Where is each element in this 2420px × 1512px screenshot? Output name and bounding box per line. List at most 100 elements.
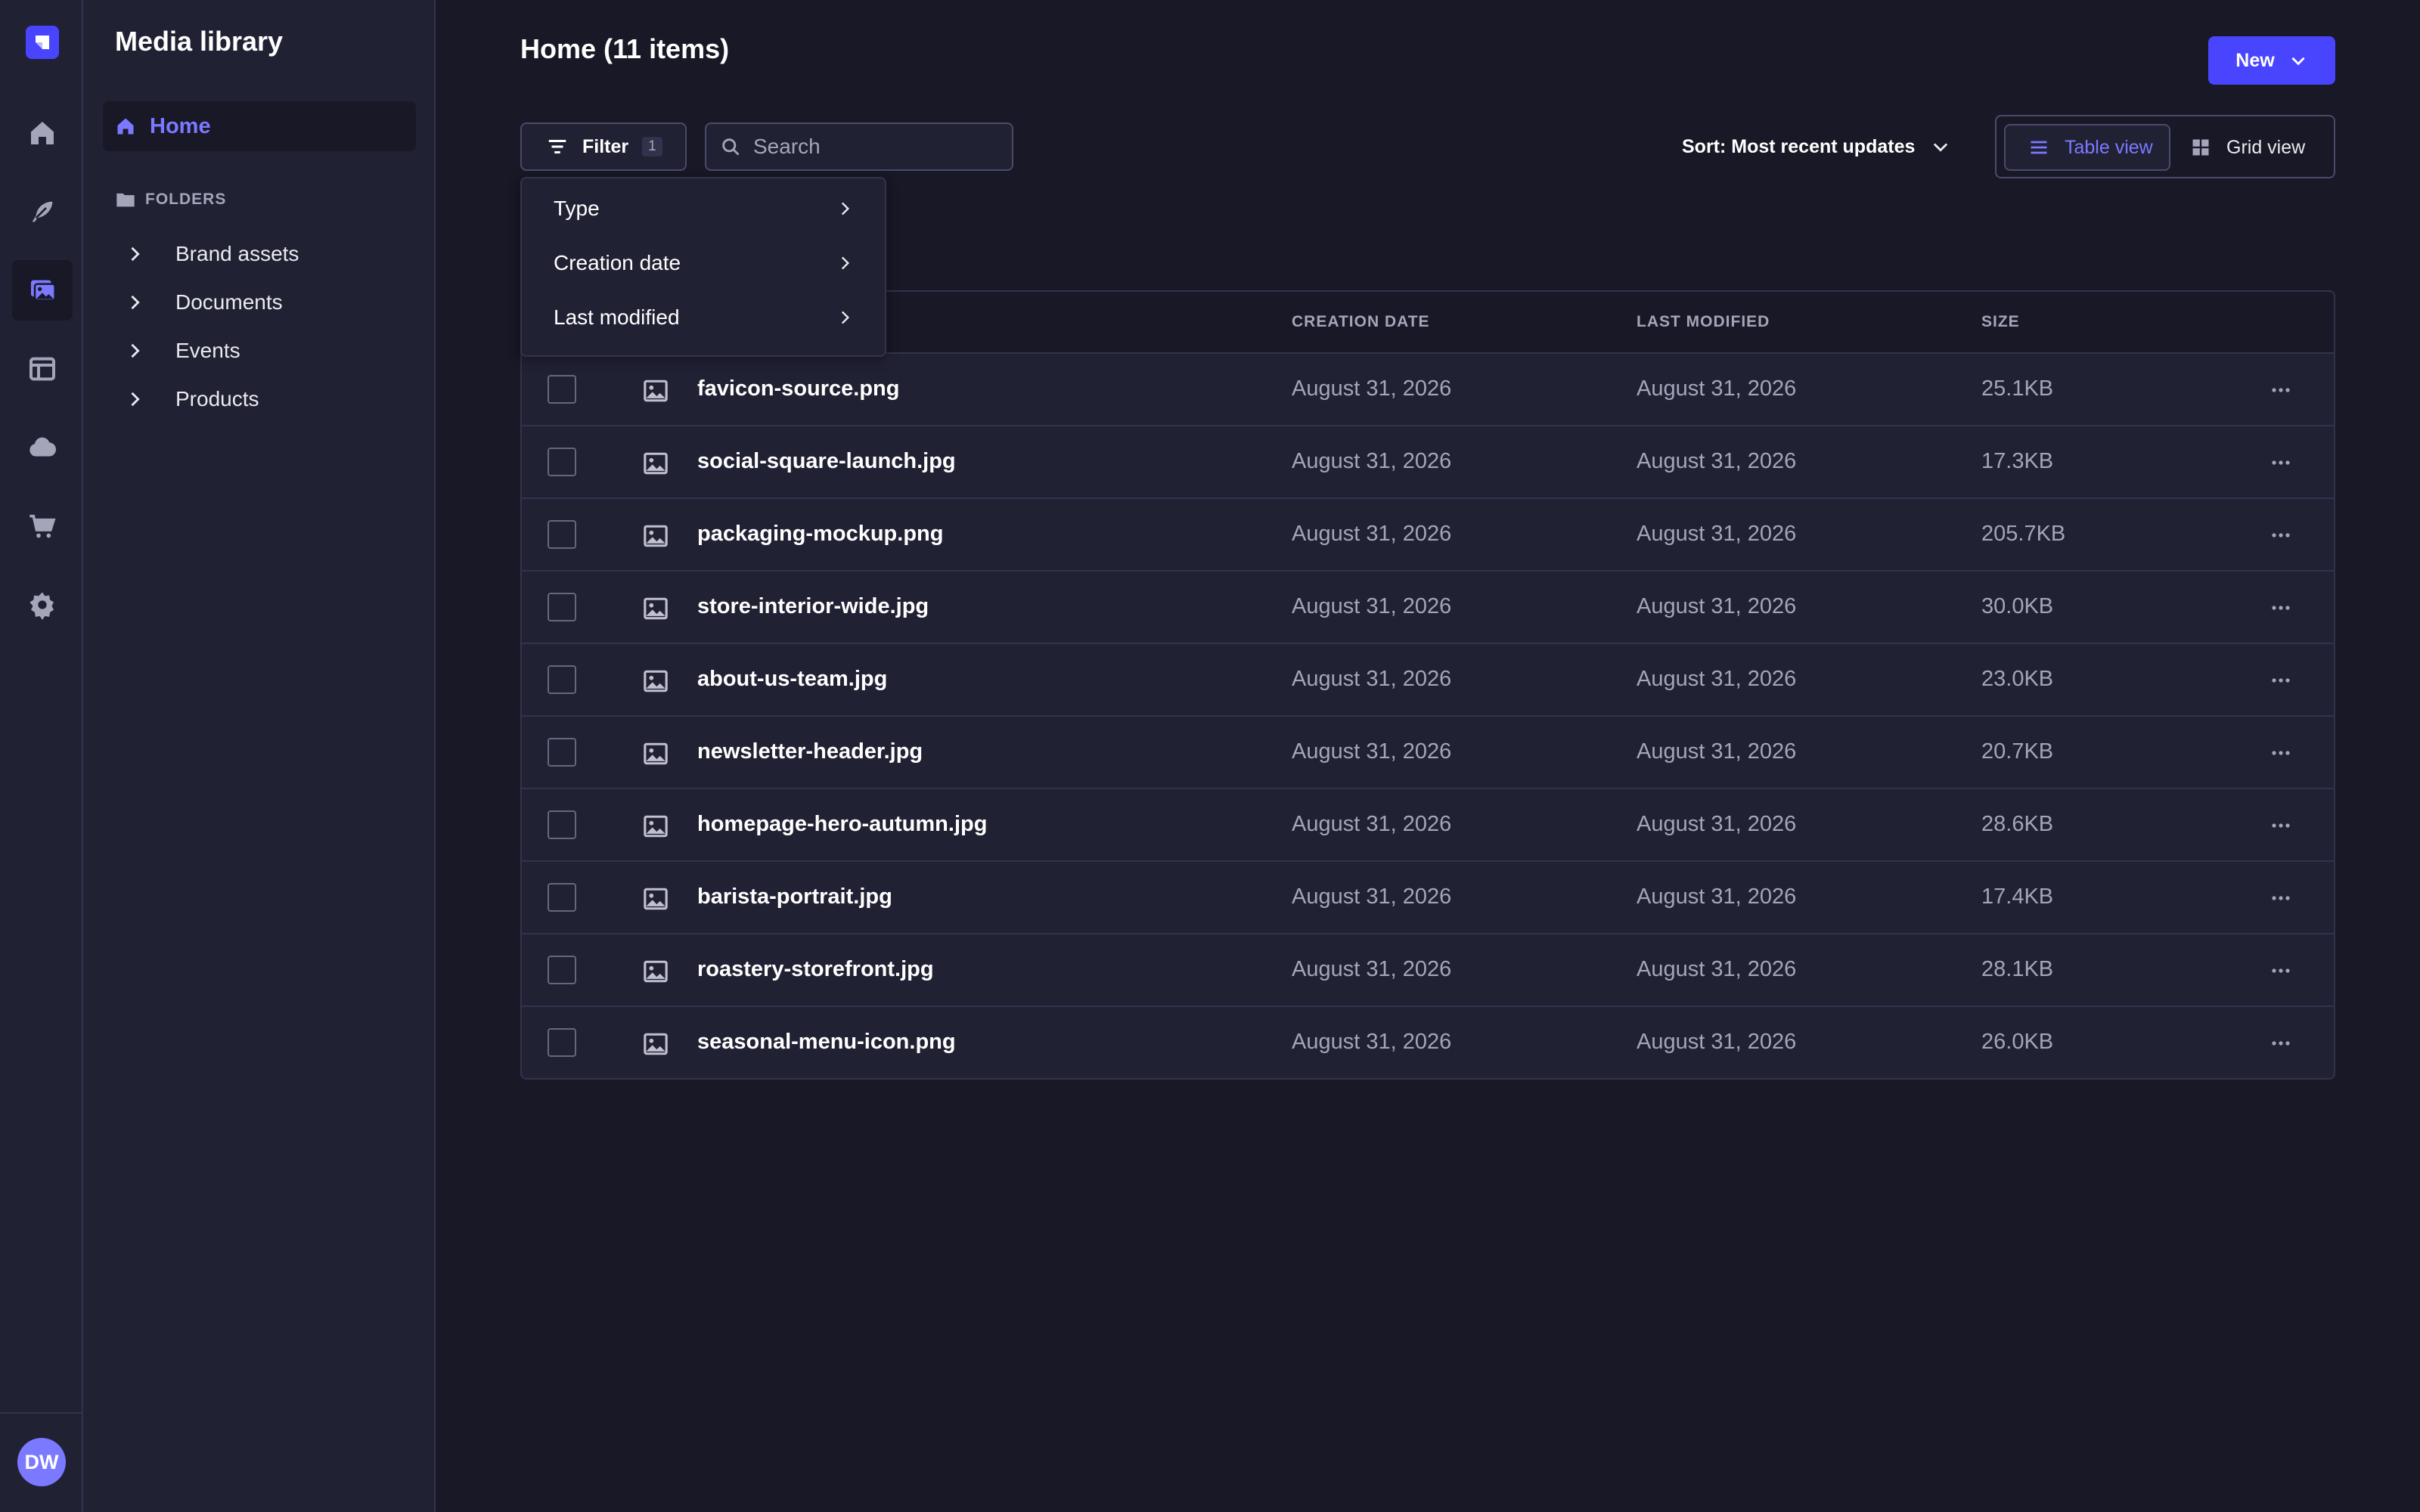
more-actions-icon[interactable] <box>2266 522 2296 549</box>
row-checkbox[interactable] <box>548 375 576 404</box>
more-actions-icon[interactable] <box>2266 594 2296 621</box>
subnav-item-home[interactable]: Home <box>103 101 416 151</box>
table-row[interactable]: favicon-source.png August 31, 2026 August … <box>522 354 2334 426</box>
last-modified-cell: August 31, 2026 <box>1637 1030 1797 1054</box>
settings-icon[interactable] <box>12 575 73 635</box>
size-cell: 28.1KB <box>1981 957 2054 981</box>
media-library-subnav: Media library Home FOLDERS Brand assets … <box>83 0 436 1512</box>
chevron-right-icon <box>841 202 850 215</box>
file-name[interactable]: seasonal-menu-icon.png <box>697 1030 956 1055</box>
column-header-last-modified[interactable]: LAST MODIFIED <box>1637 313 1770 331</box>
size-cell: 25.1KB <box>1981 376 2054 401</box>
filter-label: Filter <box>582 135 629 157</box>
chevron-right-icon[interactable] <box>124 389 145 410</box>
folders-heading: FOLDERS <box>115 189 226 210</box>
row-checkbox[interactable] <box>548 810 576 839</box>
table-row[interactable]: social-square-launch.jpg August 31, 2026 A… <box>522 426 2334 499</box>
row-checkbox[interactable] <box>548 1028 576 1057</box>
folder-item-documents[interactable]: Documents <box>115 286 283 319</box>
row-checkbox[interactable] <box>548 956 576 984</box>
chevron-right-icon[interactable] <box>124 292 145 313</box>
page-title: Home (11 items) <box>520 33 730 64</box>
filter-button[interactable]: Filter 1 <box>520 122 687 171</box>
more-actions-icon[interactable] <box>2266 885 2296 912</box>
cloud-icon[interactable] <box>12 417 73 478</box>
image-icon <box>643 596 669 621</box>
chevron-right-icon <box>841 256 850 270</box>
file-name[interactable]: newsletter-header.jpg <box>697 739 923 764</box>
list-icon <box>2031 141 2047 154</box>
file-name[interactable]: homepage-hero-autumn.jpg <box>697 812 987 837</box>
table-view-button[interactable]: Table view <box>2004 124 2170 171</box>
chevron-right-icon[interactable] <box>124 340 145 361</box>
chevron-right-icon[interactable] <box>124 243 145 265</box>
folder-label: Documents <box>175 290 283 314</box>
size-cell: 26.0KB <box>1981 1030 2054 1054</box>
feather-icon[interactable] <box>12 181 73 242</box>
creation-date-cell: August 31, 2026 <box>1292 594 1452 618</box>
more-actions-icon[interactable] <box>2266 739 2296 767</box>
layout-icon[interactable] <box>12 339 73 399</box>
cart-icon[interactable] <box>12 496 73 556</box>
more-actions-icon[interactable] <box>2266 812 2296 839</box>
image-icon <box>643 378 669 404</box>
row-checkbox[interactable] <box>548 883 576 912</box>
home-icon[interactable] <box>12 103 73 163</box>
more-actions-icon[interactable] <box>2266 957 2296 984</box>
file-name[interactable]: favicon-source.png <box>697 376 900 401</box>
filter-menu-item-creation-date[interactable]: Creation date <box>522 239 885 287</box>
more-actions-icon[interactable] <box>2266 449 2296 476</box>
chevron-down-icon <box>1934 143 1948 152</box>
media-library-icon[interactable] <box>12 260 73 321</box>
row-checkbox[interactable] <box>548 593 576 621</box>
file-name[interactable]: roastery-storefront.jpg <box>697 957 934 982</box>
row-checkbox[interactable] <box>548 520 576 549</box>
folder-label: Products <box>175 387 259 411</box>
file-name[interactable]: about-us-team.jpg <box>697 667 887 692</box>
table-row[interactable]: seasonal-menu-icon.png August 31, 2026 Aug… <box>522 1007 2334 1078</box>
main-nav-rail: DW <box>0 0 83 1512</box>
file-name[interactable]: store-interior-wide.jpg <box>697 594 929 619</box>
row-checkbox[interactable] <box>548 738 576 767</box>
grid-view-button[interactable]: Grid view <box>2175 124 2326 171</box>
table-row[interactable]: barista-portrait.jpg August 31, 2026 Augus… <box>522 862 2334 934</box>
more-actions-icon[interactable] <box>2266 376 2296 404</box>
folder-icon <box>116 193 135 207</box>
last-modified-cell: August 31, 2026 <box>1637 957 1797 981</box>
sort-dropdown[interactable]: Sort: Most recent updates <box>1682 129 1951 165</box>
folder-item-products[interactable]: Products <box>115 383 259 416</box>
creation-date-cell: August 31, 2026 <box>1292 522 1452 546</box>
creation-date-cell: August 31, 2026 <box>1292 812 1452 836</box>
file-name[interactable]: barista-portrait.jpg <box>697 885 892 909</box>
search-input[interactable] <box>753 135 995 159</box>
size-cell: 205.7KB <box>1981 522 2066 546</box>
last-modified-cell: August 31, 2026 <box>1637 522 1797 546</box>
creation-date-cell: August 31, 2026 <box>1292 1030 1452 1054</box>
filter-menu-item-last-modified[interactable]: Last modified <box>522 293 885 342</box>
table-row[interactable]: store-interior-wide.jpg August 31, 2026 Au… <box>522 572 2334 644</box>
file-name[interactable]: social-square-launch.jpg <box>697 449 956 474</box>
table-row[interactable]: newsletter-header.jpg August 31, 2026 Augu… <box>522 717 2334 789</box>
row-checkbox[interactable] <box>548 665 576 694</box>
table-row[interactable]: homepage-hero-autumn.jpg August 31, 2026 A… <box>522 789 2334 862</box>
new-button[interactable]: New <box>2208 36 2335 85</box>
more-actions-icon[interactable] <box>2266 1030 2296 1057</box>
filter-menu-item-type[interactable]: Type <box>522 184 885 233</box>
more-actions-icon[interactable] <box>2266 667 2296 694</box>
creation-date-cell: August 31, 2026 <box>1292 957 1452 981</box>
strapi-logo-icon[interactable] <box>26 26 59 59</box>
file-name[interactable]: packaging-mockup.png <box>697 522 943 547</box>
folder-item-events[interactable]: Events <box>115 334 240 367</box>
table-row[interactable]: packaging-mockup.png August 31, 2026 Augus… <box>522 499 2334 572</box>
user-avatar[interactable]: DW <box>17 1438 66 1486</box>
last-modified-cell: August 31, 2026 <box>1637 449 1797 473</box>
chevron-right-icon <box>841 311 850 324</box>
row-checkbox[interactable] <box>548 448 576 476</box>
grid-icon <box>2192 139 2209 156</box>
table-row[interactable]: roastery-storefront.jpg August 31, 2026 Au… <box>522 934 2334 1007</box>
column-header-creation-date[interactable]: CREATION DATE <box>1292 313 1430 331</box>
column-header-size[interactable]: SIZE <box>1981 313 2020 331</box>
table-row[interactable]: about-us-team.jpg August 31, 2026 August 3… <box>522 644 2334 717</box>
folder-item-brand-assets[interactable]: Brand assets <box>115 237 299 271</box>
search-field[interactable] <box>705 122 1013 171</box>
